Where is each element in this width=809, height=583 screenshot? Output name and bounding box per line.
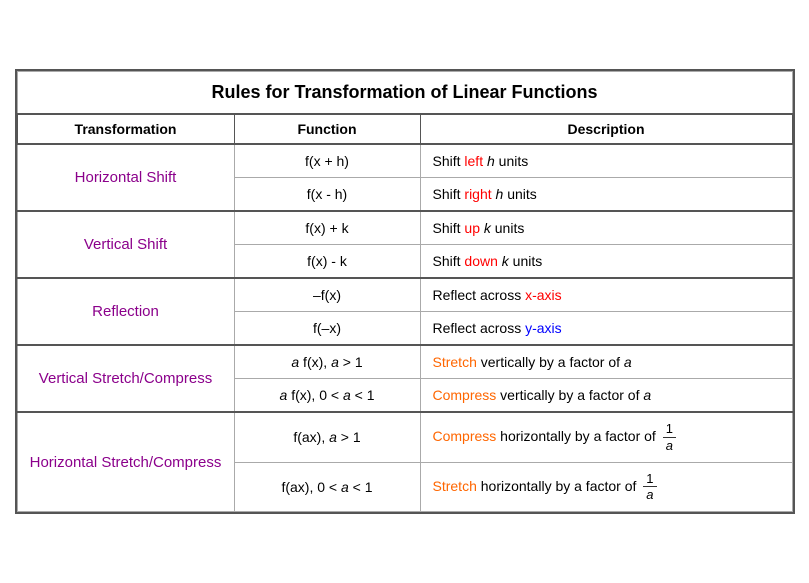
description-cell: Shift right h units	[420, 178, 792, 212]
header-transformation: Transformation	[17, 114, 234, 144]
var-k2: k	[502, 253, 509, 269]
function-cell: f(–x)	[234, 312, 420, 346]
highlight-right: right	[464, 186, 491, 202]
var-k: k	[484, 220, 491, 236]
fraction-denominator: a	[663, 438, 676, 454]
description-cell: Reflect across x-axis	[420, 278, 792, 312]
highlight-compress-v: Compress	[433, 387, 497, 403]
description-cell: Stretch vertically by a factor of a	[420, 345, 792, 379]
highlight-down: down	[464, 253, 497, 269]
transform-label-horizontal-shift: Horizontal Shift	[17, 144, 234, 211]
function-cell: a f(x), a > 1	[234, 345, 420, 379]
function-cell: f(x + h)	[234, 144, 420, 178]
title-row: Rules for Transformation of Linear Funct…	[17, 72, 792, 115]
highlight-xaxis: x-axis	[525, 287, 562, 303]
transform-label-reflection: Reflection	[17, 278, 234, 345]
header-function: Function	[234, 114, 420, 144]
table-row: Reflection –f(x) Reflect across x-axis	[17, 278, 792, 312]
transformation-table: Rules for Transformation of Linear Funct…	[17, 71, 793, 511]
fraction-numerator: 1	[663, 421, 676, 438]
fraction-numerator2: 1	[643, 471, 656, 488]
highlight-up: up	[464, 220, 480, 236]
table-row: Vertical Shift f(x) + k Shift up k units	[17, 211, 792, 245]
function-cell: f(ax), 0 < a < 1	[234, 462, 420, 511]
table-row: Horizontal Shift f(x + h) Shift left h u…	[17, 144, 792, 178]
var-h2: h	[496, 186, 504, 202]
description-cell: Stretch horizontally by a factor of 1 a	[420, 462, 792, 511]
header-row: Transformation Function Description	[17, 114, 792, 144]
description-cell: Compress vertically by a factor of a	[420, 379, 792, 413]
transform-label-vertical-stretch: Vertical Stretch/Compress	[17, 345, 234, 412]
function-cell: f(x) + k	[234, 211, 420, 245]
description-cell: Shift down k units	[420, 245, 792, 279]
fraction-1-over-a2: 1 a	[643, 471, 656, 503]
description-cell: Compress horizontally by a factor of 1 a	[420, 412, 792, 462]
description-cell: Shift up k units	[420, 211, 792, 245]
table-row: Horizontal Stretch/Compress f(ax), a > 1…	[17, 412, 792, 462]
var-a2: a	[643, 387, 651, 403]
table-row: Vertical Stretch/Compress a f(x), a > 1 …	[17, 345, 792, 379]
function-cell: f(ax), a > 1	[234, 412, 420, 462]
main-table-wrapper: Rules for Transformation of Linear Funct…	[15, 69, 795, 513]
description-cell: Reflect across y-axis	[420, 312, 792, 346]
table-title: Rules for Transformation of Linear Funct…	[17, 72, 792, 115]
highlight-left: left	[464, 153, 483, 169]
fraction-1-over-a: 1 a	[663, 421, 676, 453]
highlight-yaxis: y-axis	[525, 320, 562, 336]
fraction-denominator2: a	[643, 487, 656, 503]
header-description: Description	[420, 114, 792, 144]
transform-label-horizontal-stretch: Horizontal Stretch/Compress	[17, 412, 234, 511]
var-h: h	[487, 153, 495, 169]
function-cell: –f(x)	[234, 278, 420, 312]
highlight-stretch-v: Stretch	[433, 354, 477, 370]
var-a: a	[624, 354, 632, 370]
function-cell: f(x) - k	[234, 245, 420, 279]
function-cell: a f(x), 0 < a < 1	[234, 379, 420, 413]
description-cell: Shift left h units	[420, 144, 792, 178]
highlight-compress-h: Compress	[433, 428, 497, 444]
transform-label-vertical-shift: Vertical Shift	[17, 211, 234, 278]
function-cell: f(x - h)	[234, 178, 420, 212]
highlight-stretch-h: Stretch	[433, 477, 477, 493]
